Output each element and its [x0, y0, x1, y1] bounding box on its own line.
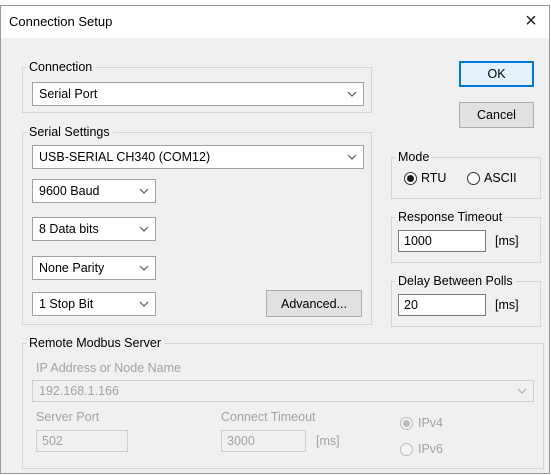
- chevron-down-icon: [517, 388, 527, 394]
- chevron-down-icon: [139, 226, 149, 232]
- parity-value: None Parity: [39, 261, 105, 275]
- connect-timeout-unit: [ms]: [316, 434, 340, 448]
- cancel-button[interactable]: Cancel: [459, 102, 534, 128]
- serial-settings-group-label: Serial Settings: [26, 125, 113, 139]
- connect-timeout-value: 3000: [227, 434, 255, 448]
- data-bits-value: 8 Data bits: [39, 222, 99, 236]
- chevron-down-icon: [347, 154, 357, 160]
- ok-button[interactable]: OK: [459, 61, 534, 87]
- mode-group-label: Mode: [395, 150, 433, 164]
- mode-ascii-label[interactable]: ASCII: [484, 171, 517, 185]
- ip-address-label: IP Address or Node Name: [36, 361, 181, 375]
- chevron-down-icon: [139, 301, 149, 307]
- chevron-down-icon: [347, 91, 357, 97]
- baud-rate-select[interactable]: 9600 Baud: [32, 179, 156, 203]
- baud-rate-value: 9600 Baud: [39, 184, 100, 198]
- data-bits-select[interactable]: 8 Data bits: [32, 217, 156, 241]
- ipv6-radio: [400, 443, 413, 456]
- ip-address-select: 192.168.1.166: [32, 380, 534, 402]
- connect-timeout-label: Connect Timeout: [221, 410, 316, 424]
- connect-timeout-input: 3000: [221, 430, 306, 452]
- delay-between-polls-group-label: Delay Between Polls: [395, 274, 516, 288]
- response-timeout-unit: [ms]: [495, 234, 519, 248]
- ipv6-label: IPv6: [418, 442, 444, 456]
- chevron-down-icon: [139, 265, 149, 271]
- advanced-button-label: Advanced...: [280, 296, 347, 311]
- serial-port-value: USB-SERIAL CH340 (COM12): [39, 150, 211, 164]
- mode-ascii-radio[interactable]: [467, 172, 480, 185]
- connection-type-select[interactable]: Serial Port: [32, 82, 364, 106]
- mode-rtu-radio[interactable]: [404, 172, 417, 185]
- title-bar: Connection Setup ×: [1, 6, 549, 38]
- response-timeout-group-label: Response Timeout: [395, 210, 506, 224]
- ip-address-value: 192.168.1.166: [39, 384, 119, 398]
- mode-rtu-label[interactable]: RTU: [421, 171, 446, 185]
- response-timeout-input[interactable]: 1000: [398, 230, 486, 252]
- delay-between-polls-value: 20: [404, 298, 418, 312]
- connection-type-value: Serial Port: [39, 87, 98, 101]
- connection-group-label: Connection: [26, 60, 96, 74]
- response-timeout-value: 1000: [404, 234, 432, 248]
- ipv4-radio: [400, 417, 413, 430]
- close-icon[interactable]: ×: [519, 9, 543, 33]
- chevron-down-icon: [139, 188, 149, 194]
- remote-modbus-server-group-label: Remote Modbus Server: [26, 336, 165, 350]
- stop-bits-value: 1 Stop Bit: [39, 297, 94, 311]
- parity-select[interactable]: None Parity: [32, 256, 156, 280]
- delay-between-polls-input[interactable]: 20: [398, 294, 486, 316]
- dialog-title: Connection Setup: [9, 14, 113, 29]
- serial-port-select[interactable]: USB-SERIAL CH340 (COM12): [32, 145, 364, 169]
- ok-button-label: OK: [487, 67, 506, 81]
- ipv4-label: IPv4: [418, 416, 444, 430]
- cancel-button-label: Cancel: [477, 108, 516, 122]
- server-port-input: 502: [36, 430, 128, 452]
- delay-between-polls-unit: [ms]: [495, 298, 519, 312]
- stop-bits-select[interactable]: 1 Stop Bit: [32, 292, 156, 316]
- server-port-label: Server Port: [36, 410, 100, 424]
- advanced-button[interactable]: Advanced...: [266, 290, 362, 317]
- server-port-value: 502: [42, 434, 63, 448]
- connection-setup-dialog: Connection Setup × Connection Serial Por…: [0, 5, 550, 474]
